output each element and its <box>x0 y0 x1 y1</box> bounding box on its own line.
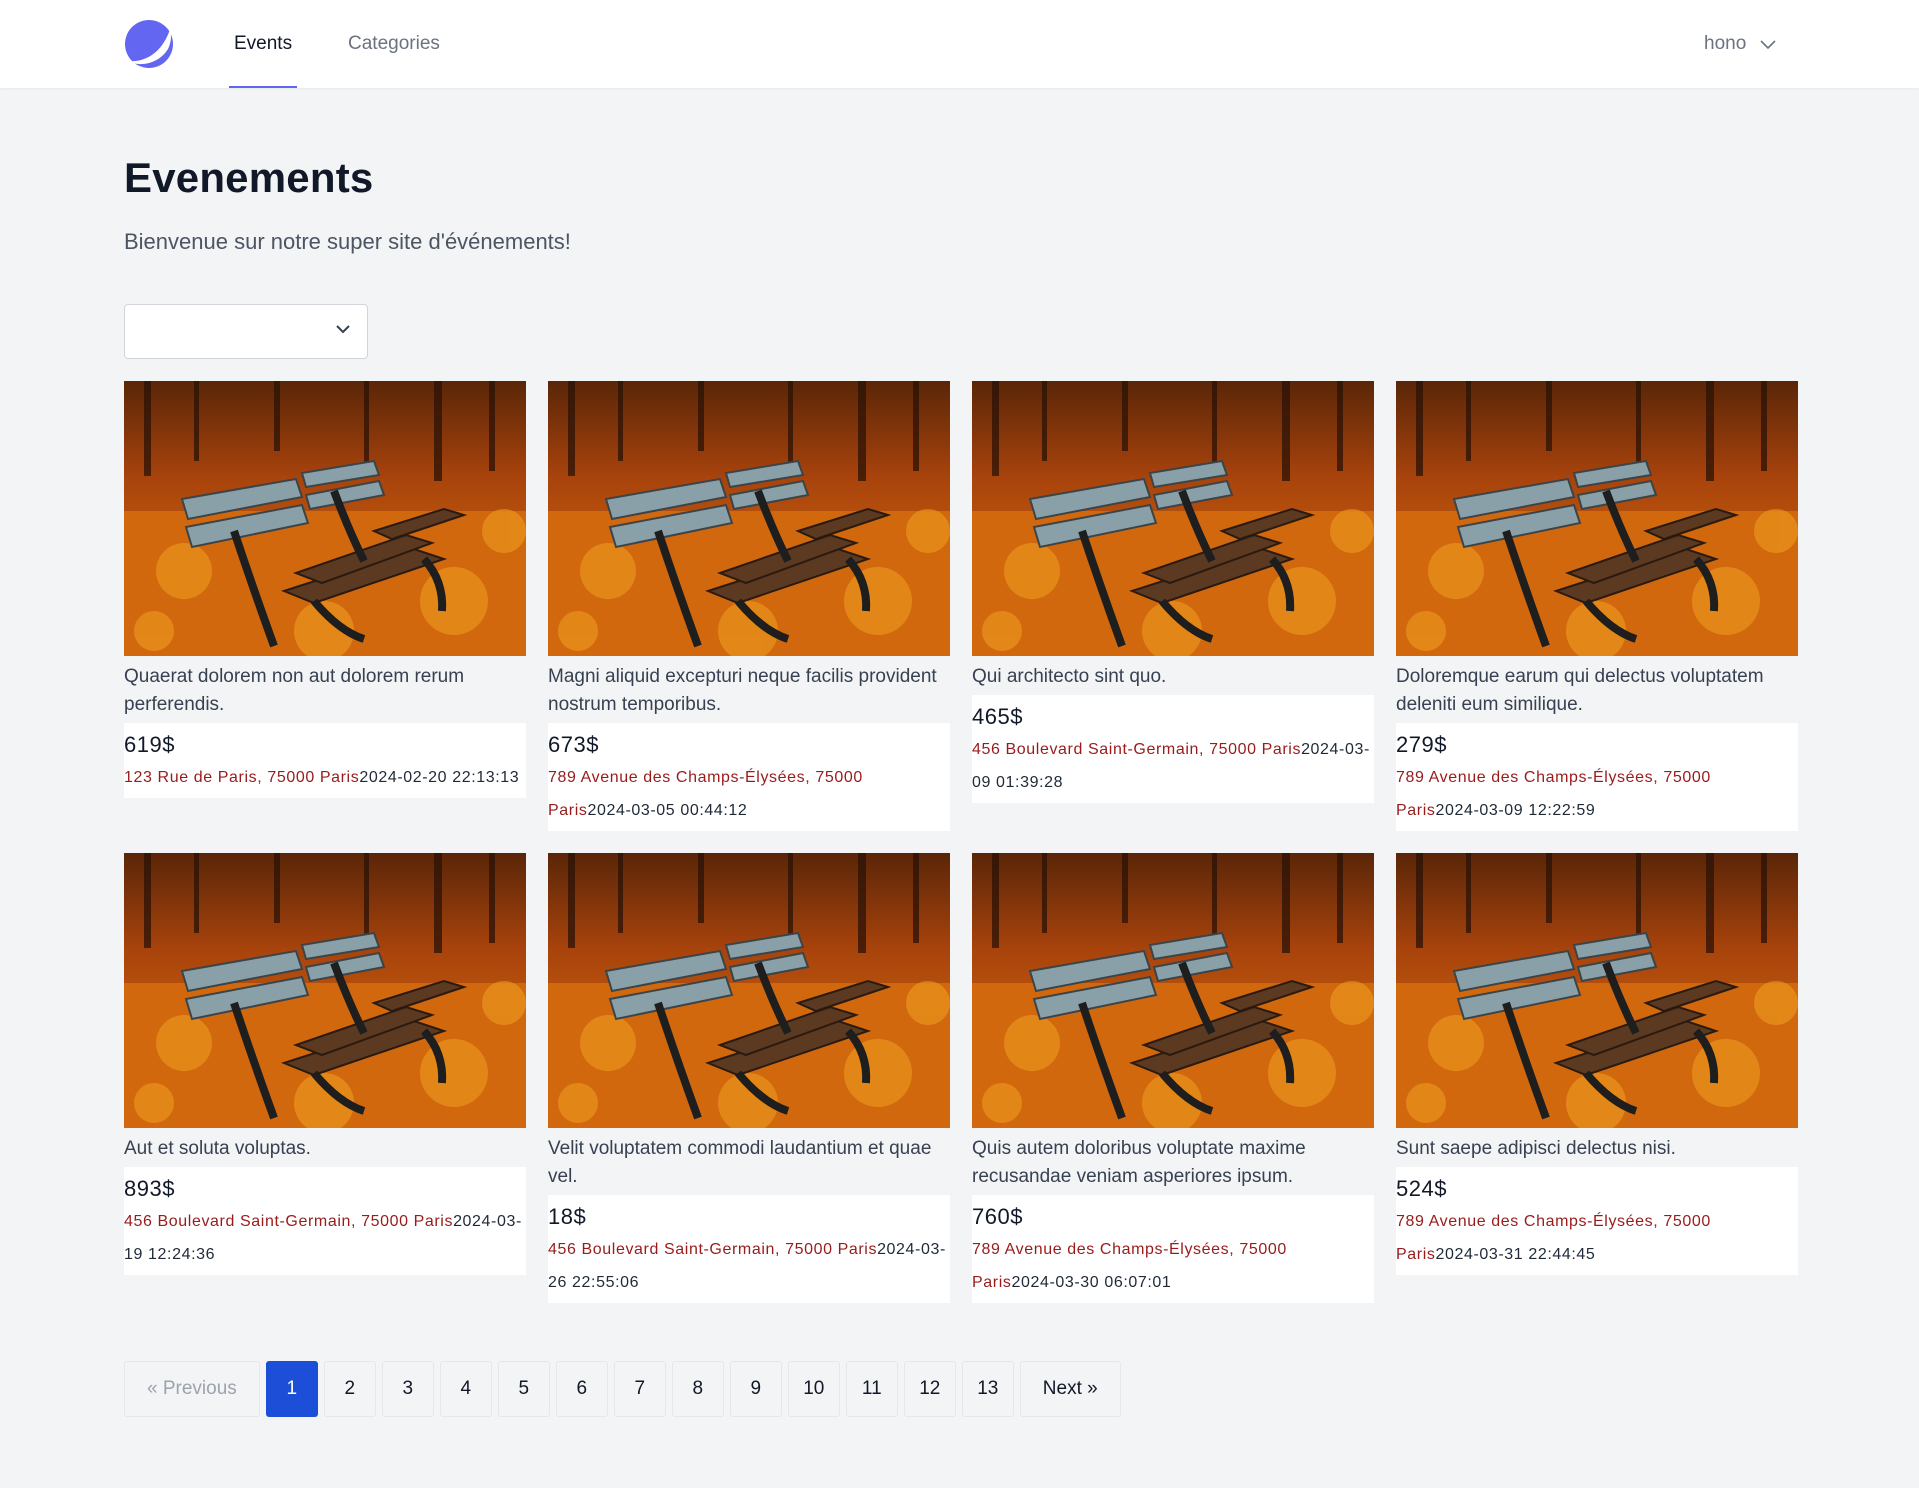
event-title: Aut et soluta voluptas. <box>124 1128 526 1167</box>
pagination: « Previous 1 2 3 4 5 6 7 8 9 10 11 12 13 Next » <box>124 1361 1121 1417</box>
event-price: 465$ <box>972 704 1023 729</box>
event-title: Quis autem doloribus voluptate maxime re… <box>972 1128 1374 1195</box>
page-4-button[interactable]: 4 <box>439 1361 492 1417</box>
chevron-down-icon <box>1760 40 1776 50</box>
category-select[interactable] <box>124 304 368 359</box>
page-8-button[interactable]: 8 <box>671 1361 724 1417</box>
event-meta: 789 Avenue des Champs-Élysées, 75000 Par… <box>1396 1205 1798 1271</box>
event-card[interactable]: Velit voluptatem commodi laudantium et q… <box>548 853 950 1303</box>
event-datetime: 2024-02-20 22:13:13 <box>359 769 520 786</box>
event-details: 465$ 456 Boulevard Saint-Germain, 75000 … <box>972 695 1374 803</box>
next-label: Next » <box>1042 1378 1098 1399</box>
event-details: 760$ 789 Avenue des Champs-Élysées, 7500… <box>972 1195 1374 1303</box>
event-meta: 789 Avenue des Champs-Élysées, 75000 Par… <box>1396 761 1798 827</box>
top-navbar: Events Categories hono <box>0 0 1919 88</box>
event-card[interactable]: Qui architecto sint quo. 465$ 456 Boulev… <box>972 381 1374 803</box>
event-details: 524$ 789 Avenue des Champs-Élysées, 7500… <box>1396 1167 1798 1275</box>
event-price: 673$ <box>548 732 599 757</box>
event-card[interactable]: Quis autem doloribus voluptate maxime re… <box>972 853 1374 1303</box>
event-image <box>124 381 526 656</box>
page-11-button[interactable]: 11 <box>845 1361 898 1417</box>
event-card[interactable]: Quaerat dolorem non aut dolorem rerum pe… <box>124 381 526 798</box>
page-3-button[interactable]: 3 <box>381 1361 434 1417</box>
event-address: 456 Boulevard Saint-Germain, 75000 Paris <box>972 741 1302 758</box>
event-image <box>1396 853 1798 1128</box>
event-image <box>548 853 950 1128</box>
next-page-button[interactable]: Next » <box>1019 1361 1121 1417</box>
page-7-button[interactable]: 7 <box>613 1361 666 1417</box>
event-address: 456 Boulevard Saint-Germain, 75000 Paris <box>124 1213 454 1230</box>
event-grid: Quaerat dolorem non aut dolorem rerum pe… <box>124 381 1798 1303</box>
event-card[interactable]: Magni aliquid excepturi neque facilis pr… <box>548 381 950 831</box>
page-13-button[interactable]: 13 <box>961 1361 1014 1417</box>
event-details: 619$ 123 Rue de Paris, 75000 Paris2024-0… <box>124 723 526 798</box>
event-image <box>548 381 950 656</box>
event-title: Velit voluptatem commodi laudantium et q… <box>548 1128 950 1195</box>
event-card[interactable]: Aut et soluta voluptas. 893$ 456 Bouleva… <box>124 853 526 1275</box>
page-2-button[interactable]: 2 <box>323 1361 376 1417</box>
page-12-button[interactable]: 12 <box>903 1361 956 1417</box>
event-image <box>124 853 526 1128</box>
previous-label: « Previous <box>147 1378 237 1399</box>
event-image <box>1396 381 1798 656</box>
event-meta: 123 Rue de Paris, 75000 Paris2024-02-20 … <box>124 761 526 794</box>
event-details: 279$ 789 Avenue des Champs-Élysées, 7500… <box>1396 723 1798 831</box>
event-price: 619$ <box>124 732 175 757</box>
page-9-button[interactable]: 9 <box>729 1361 782 1417</box>
event-meta: 456 Boulevard Saint-Germain, 75000 Paris… <box>548 1233 950 1299</box>
event-card[interactable]: Sunt saepe adipisci delectus nisi. 524$ … <box>1396 853 1798 1275</box>
event-price: 893$ <box>124 1176 175 1201</box>
event-title: Magni aliquid excepturi neque facilis pr… <box>548 656 950 723</box>
event-price: 760$ <box>972 1204 1023 1229</box>
tab-categories[interactable]: Categories <box>348 0 440 88</box>
event-meta: 789 Avenue des Champs-Élysées, 75000 Par… <box>972 1233 1374 1299</box>
event-datetime: 2024-03-09 12:22:59 <box>1435 802 1596 819</box>
event-meta: 789 Avenue des Champs-Élysées, 75000 Par… <box>548 761 950 827</box>
event-datetime: 2024-03-31 22:44:45 <box>1435 1246 1596 1263</box>
page-6-button[interactable]: 6 <box>555 1361 608 1417</box>
event-title: Quaerat dolorem non aut dolorem rerum pe… <box>124 656 526 723</box>
page-subtitle: Bienvenue sur notre super site d'événeme… <box>124 229 571 254</box>
event-datetime: 2024-03-30 06:07:01 <box>1011 1274 1172 1291</box>
event-meta: 456 Boulevard Saint-Germain, 75000 Paris… <box>972 733 1374 799</box>
page-10-button[interactable]: 10 <box>787 1361 840 1417</box>
event-meta: 456 Boulevard Saint-Germain, 75000 Paris… <box>124 1205 526 1271</box>
event-address: 123 Rue de Paris, 75000 Paris <box>124 769 360 786</box>
tab-categories-label: Categories <box>348 33 440 54</box>
event-price: 279$ <box>1396 732 1447 757</box>
chevron-down-icon <box>336 325 350 334</box>
event-price: 18$ <box>548 1204 587 1229</box>
page-1-button[interactable]: 1 <box>265 1361 318 1417</box>
user-menu[interactable]: hono <box>1704 0 1776 88</box>
event-title: Sunt saepe adipisci delectus nisi. <box>1396 1128 1798 1167</box>
tab-events[interactable]: Events <box>228 0 298 88</box>
page-title: Evenements <box>124 154 374 201</box>
event-price: 524$ <box>1396 1176 1447 1201</box>
page-5-button[interactable]: 5 <box>497 1361 550 1417</box>
tab-events-label: Events <box>234 33 293 54</box>
event-details: 673$ 789 Avenue des Champs-Élysées, 7500… <box>548 723 950 831</box>
event-image <box>972 381 1374 656</box>
previous-page-button[interactable]: « Previous <box>124 1361 260 1417</box>
event-address: 456 Boulevard Saint-Germain, 75000 Paris <box>548 1241 878 1258</box>
event-title: Doloremque earum qui delectus voluptatem… <box>1396 656 1798 723</box>
event-card[interactable]: Doloremque earum qui delectus voluptatem… <box>1396 381 1798 831</box>
user-name: hono <box>1704 33 1747 54</box>
event-title: Qui architecto sint quo. <box>972 656 1374 695</box>
event-details: 18$ 456 Boulevard Saint-Germain, 75000 P… <box>548 1195 950 1303</box>
event-details: 893$ 456 Boulevard Saint-Germain, 75000 … <box>124 1167 526 1275</box>
event-image <box>972 853 1374 1128</box>
event-datetime: 2024-03-05 00:44:12 <box>587 802 748 819</box>
logo-icon[interactable] <box>124 19 174 69</box>
